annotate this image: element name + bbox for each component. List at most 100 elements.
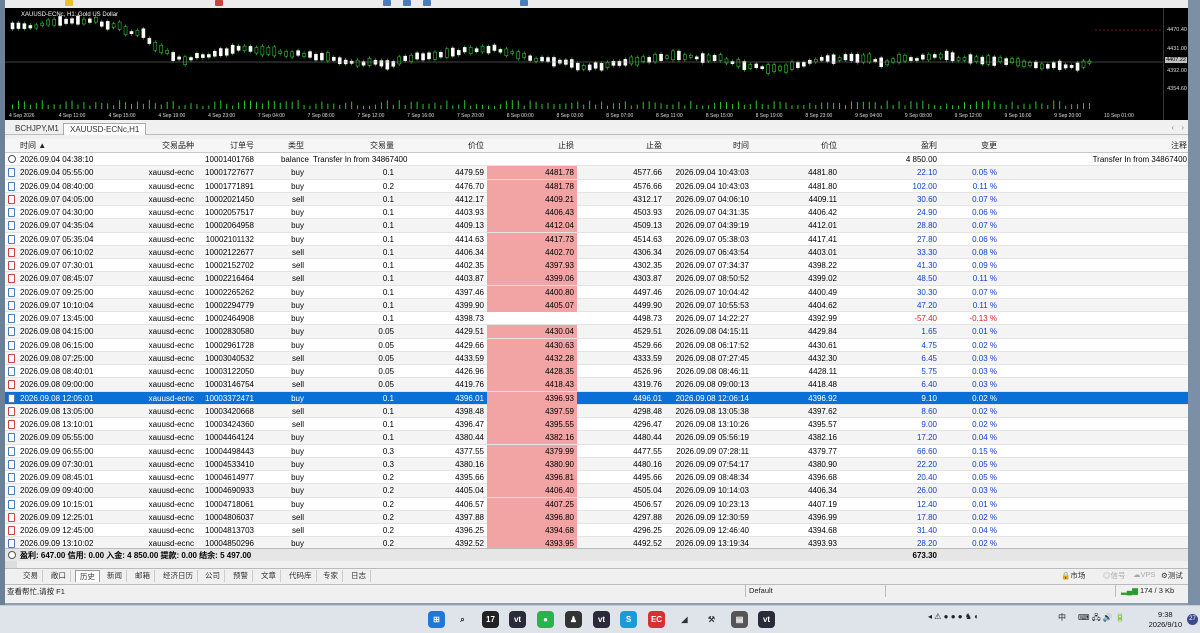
- table-row[interactable]: 2026.09.08 07:25:00 xauusd-ecnc 1000304053…: [5, 351, 1188, 365]
- deposit-row[interactable]: 2026.09.04 04:38:10 10001401768 balance …: [5, 153, 1188, 167]
- signals-button[interactable]: ◎信号: [1103, 570, 1126, 581]
- col-price[interactable]: 价位: [397, 139, 487, 153]
- sell-order-icon: [8, 274, 15, 284]
- tab-experts[interactable]: 专家: [319, 570, 343, 582]
- cell-t2: 2026.09.07 06:43:54: [675, 247, 749, 257]
- col-type[interactable]: 类型: [257, 139, 307, 153]
- tab-prev-icon[interactable]: ‹: [1171, 123, 1174, 132]
- market-button[interactable]: 🔒市场: [1061, 570, 1085, 581]
- table-row[interactable]: 2026.09.07 07:30:01 xauusd-ecnc 1000215270…: [5, 259, 1188, 273]
- col-tp[interactable]: 止盈: [577, 139, 665, 153]
- table-row[interactable]: 2026.09.07 04:05:00 xauusd-ecnc 1000202145…: [5, 192, 1188, 206]
- col-close-time[interactable]: 时间: [665, 139, 752, 153]
- tab-trade[interactable]: 交易: [19, 570, 43, 582]
- cell-p2: 4432.30: [808, 353, 837, 363]
- tab-journal[interactable]: 日志: [347, 570, 371, 582]
- table-row[interactable]: 2026.09.09 12:45:00 xauusd-ecnc 1000481370…: [5, 524, 1188, 538]
- tab-news[interactable]: 新闻: [103, 570, 127, 582]
- table-row[interactable]: 2026.09.09 10:15:01 xauusd-ecnc 1000471806…: [5, 497, 1188, 511]
- zoom-out-icon[interactable]: [403, 0, 411, 6]
- tab-xauusd[interactable]: XAUUSD-ECNc,H1: [63, 123, 147, 135]
- tray-status-icons[interactable]: ⌨ 🖧 🔊 🔋: [1078, 612, 1125, 626]
- app-icon[interactable]: ▤: [731, 611, 748, 628]
- screenshot-icon[interactable]: [520, 0, 528, 6]
- toolbar: [5, 0, 1188, 8]
- col-close-price[interactable]: 价位: [752, 139, 840, 153]
- table-row[interactable]: 2026.09.07 10:10:04 xauusd-ecnc 1000229477…: [5, 298, 1188, 312]
- table-row[interactable]: 2026.09.07 05:35:04 xauusd-ecnc 1000210113…: [5, 232, 1188, 246]
- table-row[interactable]: 2026.09.07 06:10:02 xauusd-ecnc 1000212267…: [5, 245, 1188, 259]
- cell-vol: 0.1: [382, 274, 394, 284]
- table-row[interactable]: 2026.09.04 08:40:00 xauusd-ecnc 1000177189…: [5, 179, 1188, 193]
- cell-p2: 4400.49: [808, 287, 837, 297]
- tab-next-icon[interactable]: ›: [1181, 123, 1184, 132]
- ec-icon[interactable]: EC: [648, 611, 665, 628]
- cell-vol: 0.1: [382, 287, 394, 297]
- zoom-in-icon[interactable]: [383, 0, 391, 6]
- tab-mailbox[interactable]: 邮箱: [131, 570, 155, 582]
- table-row[interactable]: 2026.09.09 08:45:01 xauusd-ecnc 1000461497…: [5, 471, 1188, 485]
- tab-alerts[interactable]: 预警: [229, 570, 253, 582]
- tab-calendar[interactable]: 经济日历: [159, 570, 198, 582]
- cell-ch: -0.13 %: [969, 314, 997, 323]
- table-row[interactable]: 2026.09.09 09:40:00 xauusd-ecnc 1000469093…: [5, 484, 1188, 498]
- search-icon[interactable]: ⌕: [454, 611, 471, 628]
- tradingview-icon[interactable]: 17: [482, 611, 499, 628]
- browser-icon[interactable]: S: [620, 611, 637, 628]
- windows-start-icon[interactable]: ⊞: [428, 611, 445, 628]
- col-volume[interactable]: 交易量: [307, 139, 397, 153]
- col-profit[interactable]: 盈利: [840, 139, 940, 153]
- table-row[interactable]: 2026.09.09 07:30:01 xauusd-ecnc 1000453341…: [5, 457, 1188, 471]
- table-row[interactable]: 2026.09.08 12:05:01 xauusd-ecnc 1000337247…: [5, 391, 1188, 405]
- col-time[interactable]: 时间 ▲: [17, 139, 107, 153]
- col-comment[interactable]: 注释: [1000, 139, 1188, 153]
- vps-button[interactable]: ☁VPS: [1133, 570, 1156, 579]
- cell-id: 10004464124: [205, 433, 254, 443]
- vt-icon[interactable]: vt: [593, 611, 610, 628]
- table-row[interactable]: 2026.09.08 06:15:00 xauusd-ecnc 1000296172…: [5, 338, 1188, 352]
- price-chart[interactable]: XAUUSD-ECNc, H1: Gold US Dollar 4470.40 …: [5, 8, 1188, 120]
- app-icon[interactable]: ⚒: [703, 611, 720, 628]
- col-sl[interactable]: 止损: [487, 139, 577, 153]
- cell-type: buy: [291, 446, 304, 456]
- col-symbol[interactable]: 交易品种: [107, 139, 197, 153]
- table-row[interactable]: 2026.09.08 08:40:01 xauusd-ecnc 1000312205…: [5, 365, 1188, 379]
- table-row[interactable]: 2026.09.09 05:55:00 xauusd-ecnc 1000446412…: [5, 431, 1188, 445]
- col-change[interactable]: 变更: [940, 139, 1000, 153]
- table-row[interactable]: 2026.09.08 04:15:00 xauusd-ecnc 1000283058…: [5, 325, 1188, 339]
- toolbar-icon[interactable]: [65, 0, 73, 6]
- tab-bchjpy[interactable]: BCHJPY,M1: [9, 123, 65, 135]
- table-row[interactable]: 2026.09.04 05:55:00 xauusd-ecnc 1000172767…: [5, 166, 1188, 180]
- table-row[interactable]: 2026.09.08 13:05:00 xauusd-ecnc 1000342066…: [5, 404, 1188, 418]
- lang-indicator[interactable]: 中: [1058, 612, 1066, 623]
- vt-icon[interactable]: vt: [509, 611, 526, 628]
- cell-tp: 4319.76: [633, 380, 662, 390]
- cell-tp: 4495.66: [633, 473, 662, 482]
- autotrading-icon[interactable]: [215, 0, 223, 6]
- tab-history[interactable]: 历史: [75, 570, 100, 582]
- table-row[interactable]: 2026.09.07 09:25:00 xauusd-ecnc 1000226526…: [5, 285, 1188, 299]
- table-row[interactable]: 2026.09.07 13:45:00 xauusd-ecnc 1000246490…: [5, 312, 1188, 326]
- tray-icons[interactable]: ◂ ⚠ ● ● ● ♞ ◐: [928, 612, 979, 621]
- col-order[interactable]: 订单号: [197, 139, 257, 153]
- tester-button[interactable]: ⚙测试: [1161, 570, 1183, 581]
- table-row[interactable]: 2026.09.08 13:10:01 xauusd-ecnc 1000342436…: [5, 418, 1188, 432]
- app-icon[interactable]: ◢: [676, 611, 693, 628]
- table-row[interactable]: 2026.09.08 09:00:00 xauusd-ecnc 1000314675…: [5, 378, 1188, 392]
- tab-codebase[interactable]: 代码库: [285, 570, 317, 582]
- tab-company[interactable]: 公司: [201, 570, 225, 582]
- cell-t: 2026.09.08 09:00:00: [20, 380, 94, 390]
- tab-articles[interactable]: 文章: [257, 570, 281, 582]
- vt-icon[interactable]: vt: [758, 611, 775, 628]
- notification-badge[interactable]: 27: [1187, 614, 1198, 625]
- table-row[interactable]: 2026.09.09 06:55:00 xauusd-ecnc 1000449844…: [5, 444, 1188, 458]
- wechat-icon[interactable]: ●: [537, 611, 554, 628]
- table-row[interactable]: 2026.09.07 04:30:00 xauusd-ecnc 1000205751…: [5, 206, 1188, 220]
- table-row[interactable]: 2026.09.07 04:35:04 xauusd-ecnc 1000206495…: [5, 219, 1188, 233]
- table-row[interactable]: 2026.09.09 12:25:01 xauusd-ecnc 1000480603…: [5, 510, 1188, 524]
- table-row[interactable]: 2026.09.07 08:45:07 xauusd-ecnc 1000221646…: [5, 272, 1188, 286]
- qq-icon[interactable]: ♟: [565, 611, 582, 628]
- tab-exposure[interactable]: 敞口: [47, 570, 71, 582]
- grid-icon[interactable]: [423, 0, 431, 6]
- clock[interactable]: 9:38 2026/9/10: [1149, 610, 1182, 630]
